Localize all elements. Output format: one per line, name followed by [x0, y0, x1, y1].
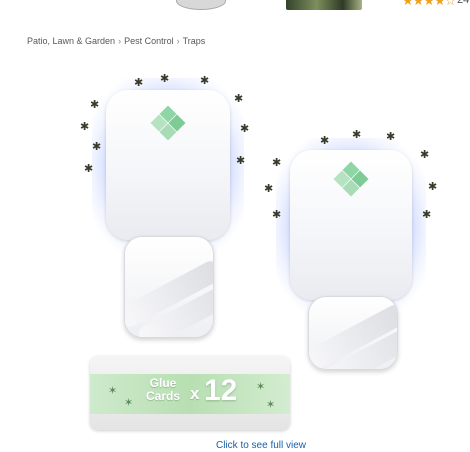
fly-icon: ✱: [200, 75, 210, 87]
fly-icon: ✱: [80, 121, 90, 133]
insect-icon: ✶: [108, 385, 118, 397]
top-strip: ★★★★☆ 24: [0, 0, 470, 14]
insect-icon: ✶: [256, 381, 266, 393]
breadcrumb-item-patio-lawn-garden[interactable]: Patio, Lawn & Garden: [27, 36, 115, 46]
fly-icon: ✱: [420, 149, 430, 161]
breadcrumb-separator: ›: [118, 36, 122, 46]
insect-icon: ✶: [266, 399, 276, 411]
fly-icon: ✱: [84, 163, 94, 175]
brand-diamond-logo-icon: [150, 105, 186, 144]
fly-icon: ✱: [134, 77, 144, 89]
fly-icon: ✱: [264, 183, 274, 195]
fly-icon: ✱: [386, 131, 396, 143]
glue-cards-label-line2: Cards: [145, 389, 180, 403]
product-thumbnail[interactable]: [286, 0, 362, 10]
fly-trap-device-right: [276, 138, 426, 370]
insect-icon: ✶: [124, 397, 134, 409]
fly-icon: ✱: [160, 73, 170, 85]
trap-plug-base: [124, 236, 214, 338]
brand-diamond-logo-icon: [333, 161, 369, 200]
breadcrumb-item-traps[interactable]: Traps: [183, 36, 206, 46]
fly-icon: ✱: [240, 123, 250, 135]
brand-logo-thumbnail[interactable]: [176, 0, 226, 10]
fly-icon: ✱: [90, 99, 100, 111]
breadcrumb-item-pest-control[interactable]: Pest Control: [124, 36, 174, 46]
fly-icon: ✱: [352, 129, 362, 141]
breadcrumb: Patio, Lawn & Garden › Pest Control › Traps: [27, 36, 205, 46]
rating-stars[interactable]: ★★★★☆: [402, 0, 456, 9]
click-to-see-full-view-link[interactable]: Click to see full view: [216, 440, 306, 451]
fly-trap-device-left: [92, 78, 244, 338]
glue-cards-pack: ✶ ✶ ✶ ✶ Glue Cards x 12: [90, 356, 290, 430]
fly-icon: ✱: [236, 155, 246, 167]
fly-icon: ✱: [272, 157, 282, 169]
trap-plug-base: [308, 296, 398, 370]
fly-icon: ✱: [422, 209, 432, 221]
fly-icon: ✱: [234, 93, 244, 105]
breadcrumb-separator: ›: [176, 36, 180, 46]
fly-icon: ✱: [320, 135, 330, 147]
glue-cards-count: 12: [204, 374, 238, 407]
fly-icon: ✱: [92, 141, 102, 153]
review-count[interactable]: 24: [457, 0, 469, 6]
fly-icon: ✱: [428, 181, 438, 193]
glue-cards-label: Glue Cards: [138, 377, 188, 403]
fly-icon: ✱: [272, 209, 282, 221]
main-product-image[interactable]: ✱ ✱ ✱ ✱ ✱ ✱ ✱ ✱ ✱ ✱ ✱ ✱ ✱ ✱ ✱ ✱ ✱ ✱ ✱ ✶ …: [0, 58, 470, 438]
glue-cards-multiplier: x: [190, 384, 200, 403]
